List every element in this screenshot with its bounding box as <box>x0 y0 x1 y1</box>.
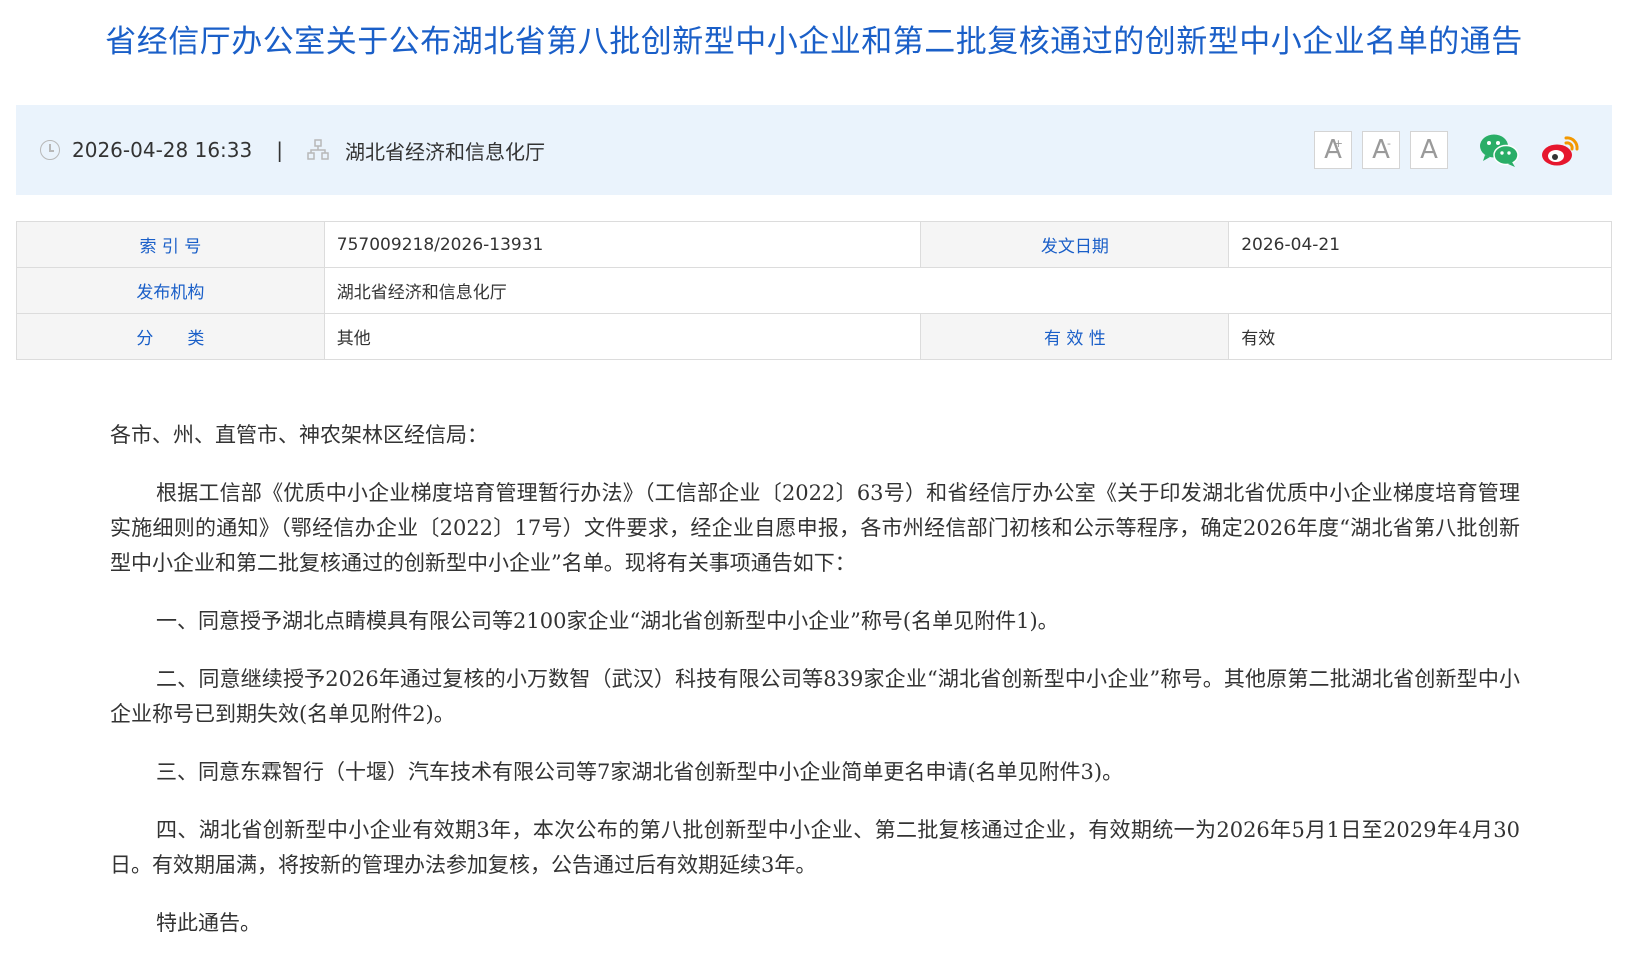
validity-label: 有 效 性 <box>920 313 1230 360</box>
issue-date-label: 发文日期 <box>920 221 1230 268</box>
index-value: 757009218/2026-13931 <box>323 221 922 268</box>
document-info-table: 索 引 号 757009218/2026-13931 发文日期 2026-04-… <box>16 221 1613 360</box>
paragraph-item-4: 四、湖北省创新型中小企业有效期3年，本次公布的第八批创新型中小企业、第二批复核通… <box>110 818 1520 877</box>
issue-date-value: 2026-04-21 <box>1228 221 1612 268</box>
meta-separator: | <box>276 138 283 162</box>
meta-tools: A + A- A <box>1314 105 1582 195</box>
paragraph-item-2: 二、同意继续授予2026年通过复核的小万数智（武汉）科技有限公司等839家企业“… <box>110 667 1520 726</box>
page-title: 省经信厅办公室关于公布湖北省第八批创新型中小企业和第二批复核通过的创新型中小企业… <box>105 24 1523 60</box>
font-size-reset-button[interactable]: A <box>1410 131 1448 169</box>
article-body: 各市、州、直管市、神农架林区经信局： 根据工信部《优质中小企业梯度培育管理暂行办… <box>110 418 1520 964</box>
publisher-label: 发布机构 <box>16 267 325 314</box>
paragraph-item-3: 三、同意东霖智行（十堰）汽车技术有限公司等7家湖北省创新型中小企业简单更名申请(… <box>156 760 1124 784</box>
publish-source: 湖北省经济和信息化厅 <box>344 139 545 164</box>
font-size-decrease-button[interactable]: A- <box>1362 131 1400 169</box>
wechat-share-icon[interactable] <box>1478 132 1520 168</box>
meta-bar: 2026-04-28 16:33 | 湖北省经济和信息化厅 A + A- A <box>16 105 1612 195</box>
font-reset-label: A <box>1420 135 1438 165</box>
table-row: 分 类 其他 有 效 性 有效 <box>16 313 1612 360</box>
organization-icon <box>307 139 329 160</box>
minus-icon: - <box>1387 137 1391 150</box>
paragraph-intro: 根据工信部《优质中小企业梯度培育管理暂行办法》（工信部企业〔2022〕63号）和… <box>110 481 1520 575</box>
table-row: 发布机构 湖北省经济和信息化厅 <box>16 267 1613 314</box>
plus-icon: + <box>1333 137 1343 150</box>
meta-info: 2026-04-28 16:33 | 湖北省经济和信息化厅 <box>40 105 545 195</box>
category-label: 分 类 <box>16 313 325 360</box>
salutation: 各市、州、直管市、神农架林区经信局： <box>110 423 488 447</box>
validity-value: 有效 <box>1228 313 1612 360</box>
publish-datetime: 2026-04-28 16:33 <box>72 138 253 162</box>
publisher-value: 湖北省经济和信息化厅 <box>323 267 1613 314</box>
weibo-share-icon[interactable] <box>1540 132 1582 168</box>
table-row: 索 引 号 757009218/2026-13931 发文日期 2026-04-… <box>16 221 1612 268</box>
category-value: 其他 <box>323 313 922 360</box>
closing: 特此通告。 <box>156 911 261 935</box>
paragraph-item-1: 一、同意授予湖北点睛模具有限公司等2100家企业“湖北省创新型中小企业”称号(名… <box>156 609 1059 633</box>
font-size-increase-button[interactable]: A + <box>1314 131 1352 169</box>
clock-icon <box>40 140 60 160</box>
index-label: 索 引 号 <box>16 221 325 268</box>
